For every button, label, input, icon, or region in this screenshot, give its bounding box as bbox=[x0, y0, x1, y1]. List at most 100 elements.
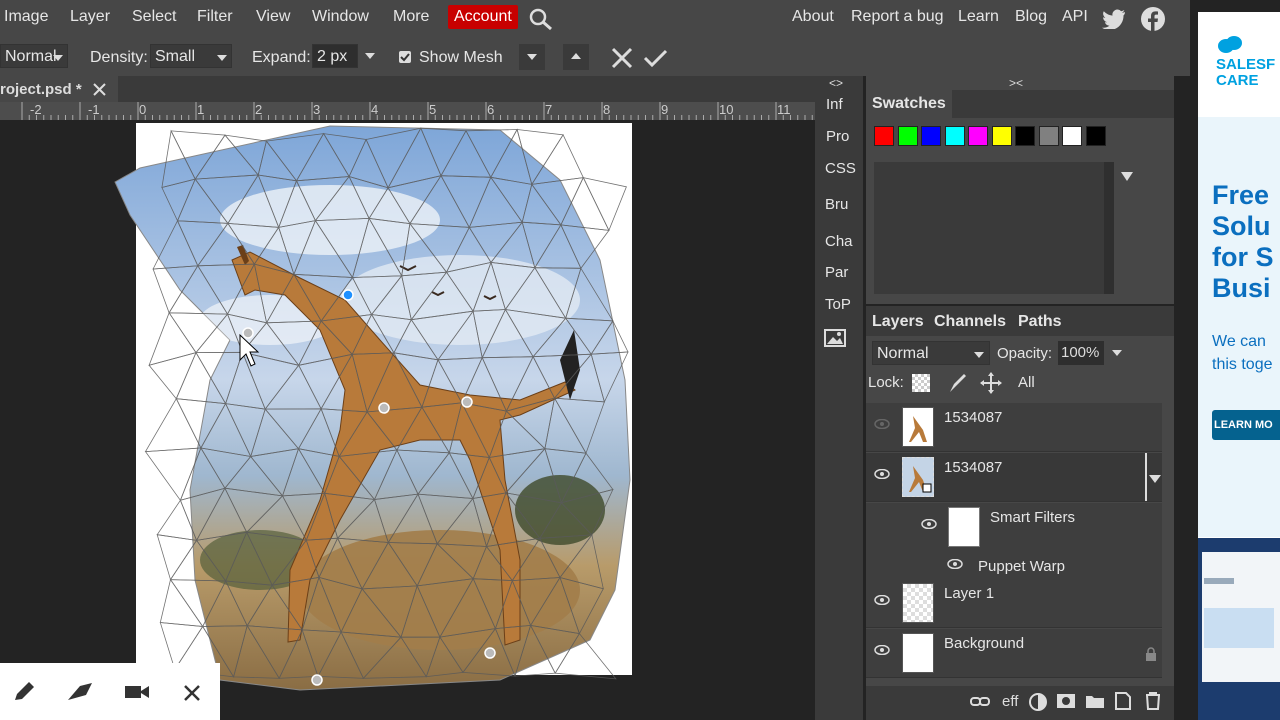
warped-image[interactable] bbox=[0, 120, 815, 720]
warp-pin[interactable] bbox=[242, 327, 254, 339]
menu-view[interactable]: View bbox=[256, 8, 290, 26]
ad-learn-more-button[interactable]: LEARN MO bbox=[1212, 410, 1280, 440]
ruler-number: 4 bbox=[371, 102, 379, 117]
menu-select[interactable]: Select bbox=[132, 8, 176, 26]
lock-label: Lock: bbox=[868, 374, 904, 391]
warp-pin[interactable] bbox=[378, 402, 390, 414]
side-btn-character[interactable]: Cha bbox=[825, 233, 853, 250]
expand-input[interactable]: 2 px bbox=[312, 44, 358, 68]
lock-transparency-icon[interactable] bbox=[912, 374, 930, 392]
swatch-red[interactable] bbox=[874, 126, 894, 146]
swatch-magenta[interactable] bbox=[968, 126, 988, 146]
canvas-area[interactable] bbox=[0, 120, 815, 720]
visibility-eye-icon[interactable] bbox=[874, 645, 890, 655]
expand-dropdown-icon[interactable] bbox=[365, 53, 375, 59]
opacity-dropdown-icon[interactable] bbox=[1112, 350, 1122, 356]
side-btn-info[interactable]: Inf bbox=[826, 96, 843, 113]
swatch-area[interactable] bbox=[874, 162, 1114, 294]
lock-move-icon[interactable] bbox=[980, 372, 1002, 394]
lock-all-label[interactable]: All bbox=[1018, 374, 1035, 391]
link-layers-icon[interactable] bbox=[970, 695, 990, 709]
swatch-menu-icon[interactable] bbox=[1121, 172, 1133, 181]
pencil-icon[interactable] bbox=[12, 681, 38, 703]
close-toolbar-icon[interactable] bbox=[183, 684, 201, 702]
swatch-scrollbar[interactable] bbox=[1104, 162, 1114, 294]
ruler-ticks bbox=[21, 102, 813, 120]
visibility-eye-icon[interactable] bbox=[921, 519, 937, 529]
chevron-down-icon bbox=[217, 55, 227, 61]
document-tab[interactable]: roject.psd * bbox=[0, 76, 118, 102]
layer-effects-button[interactable]: eff bbox=[1002, 693, 1018, 710]
side-btn-brush[interactable]: Bru bbox=[825, 196, 848, 213]
menu-filter[interactable]: Filter bbox=[197, 8, 233, 26]
swatch-white[interactable] bbox=[1062, 126, 1082, 146]
swatch-black[interactable] bbox=[1015, 126, 1035, 146]
menu-more[interactable]: More bbox=[393, 8, 429, 26]
layer-row-selected[interactable]: 1534087 bbox=[866, 453, 1162, 502]
collapse-left-toggle[interactable]: <> bbox=[829, 76, 843, 90]
menu-report-bug[interactable]: Report a bug bbox=[851, 8, 944, 26]
show-mesh-checkbox[interactable] bbox=[399, 51, 411, 63]
mesh-dropdown-button[interactable] bbox=[519, 44, 545, 70]
menu-layer[interactable]: Layer bbox=[70, 8, 110, 26]
new-group-folder-icon[interactable] bbox=[1085, 693, 1105, 709]
layer-row[interactable]: Layer 1 bbox=[866, 579, 1162, 628]
mode-select[interactable]: Normal bbox=[0, 44, 68, 68]
close-tab-icon[interactable] bbox=[93, 83, 106, 96]
new-layer-icon[interactable] bbox=[1114, 691, 1132, 711]
advertisement-panel[interactable]: SALESF CARE Free Solu for S Busi We can … bbox=[1198, 12, 1280, 720]
swatch-green[interactable] bbox=[898, 126, 918, 146]
density-select[interactable]: Small bbox=[150, 44, 232, 68]
warp-pin[interactable] bbox=[311, 674, 323, 686]
opacity-input[interactable]: 100% bbox=[1058, 341, 1104, 365]
warp-pin[interactable] bbox=[461, 396, 473, 408]
search-icon[interactable] bbox=[528, 7, 554, 31]
swatch-blue[interactable] bbox=[921, 126, 941, 146]
visibility-eye-icon[interactable] bbox=[874, 469, 890, 479]
side-btn-properties[interactable]: Pro bbox=[826, 128, 849, 145]
visibility-eye-icon[interactable] bbox=[874, 419, 890, 429]
smart-filters-row[interactable]: Smart Filters bbox=[866, 503, 1162, 554]
tab-swatches[interactable]: Swatches bbox=[866, 90, 952, 118]
visibility-eye-icon[interactable] bbox=[947, 559, 963, 569]
menu-about[interactable]: About bbox=[792, 8, 834, 26]
menu-window[interactable]: Window bbox=[312, 8, 369, 26]
layer-row[interactable]: 1534087 bbox=[866, 403, 1162, 452]
lock-paint-brush-icon[interactable] bbox=[946, 372, 968, 394]
menu-image[interactable]: Image bbox=[4, 8, 48, 26]
blend-mode-select[interactable]: Normal bbox=[872, 341, 990, 365]
image-icon[interactable] bbox=[824, 329, 846, 347]
trash-icon[interactable] bbox=[1144, 691, 1162, 711]
swatch-gray[interactable] bbox=[1039, 126, 1059, 146]
swatch-yellow[interactable] bbox=[992, 126, 1012, 146]
video-camera-icon[interactable] bbox=[124, 683, 150, 701]
layer-mask-icon[interactable] bbox=[1056, 693, 1076, 709]
menu-learn[interactable]: Learn bbox=[958, 8, 999, 26]
layer-row[interactable]: Background bbox=[866, 629, 1162, 678]
puppet-warp-row[interactable]: Puppet Warp bbox=[866, 553, 1162, 580]
facebook-icon[interactable] bbox=[1141, 7, 1165, 31]
menu-blog[interactable]: Blog bbox=[1015, 8, 1047, 26]
layer-expand-icon[interactable] bbox=[1149, 475, 1161, 483]
adjustment-layer-icon[interactable] bbox=[1029, 693, 1047, 711]
pin-up-button[interactable] bbox=[563, 44, 589, 70]
warp-pin-active[interactable] bbox=[342, 289, 354, 301]
tab-channels[interactable]: Channels bbox=[934, 313, 1006, 331]
cancel-icon[interactable] bbox=[610, 47, 634, 69]
warp-pin[interactable] bbox=[484, 647, 496, 659]
visibility-eye-icon[interactable] bbox=[874, 595, 890, 605]
show-mesh-label: Show Mesh bbox=[419, 49, 503, 66]
swatch-cyan[interactable] bbox=[945, 126, 965, 146]
side-btn-top[interactable]: ToP bbox=[825, 296, 851, 313]
tab-layers[interactable]: Layers bbox=[872, 313, 924, 331]
swatch-black-2[interactable] bbox=[1086, 126, 1106, 146]
menu-account[interactable]: Account bbox=[448, 5, 518, 29]
tab-paths[interactable]: Paths bbox=[1018, 313, 1062, 331]
side-btn-css[interactable]: CSS bbox=[825, 160, 856, 177]
eraser-icon[interactable] bbox=[66, 681, 94, 703]
collapse-right-toggle[interactable]: >< bbox=[1009, 76, 1023, 90]
menu-api[interactable]: API bbox=[1062, 8, 1088, 26]
commit-check-icon[interactable] bbox=[642, 48, 668, 68]
twitter-icon[interactable] bbox=[1102, 9, 1126, 29]
side-btn-paragraph[interactable]: Par bbox=[825, 264, 848, 281]
